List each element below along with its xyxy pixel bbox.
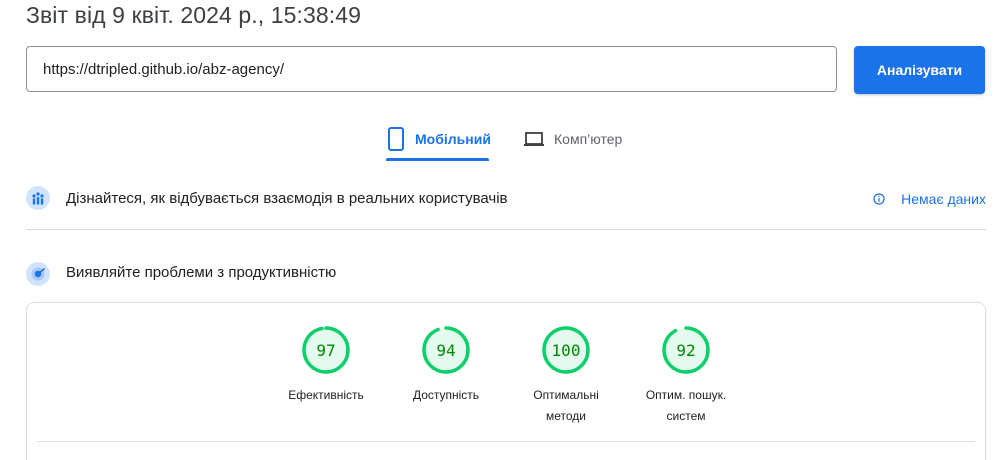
score-value: 97 [316,341,335,360]
score-gauge-performance[interactable]: 97 Ефективність [266,325,386,406]
real-users-heading: Дізнайтеся, як відбувається взаємодія в … [66,190,508,207]
smartphone-icon [386,127,406,151]
tab-mobile[interactable]: Мобільний [386,118,491,160]
device-tabs: Мобільний Комп’ютер [0,118,1006,162]
score-value: 100 [552,341,581,360]
laptop-icon [523,131,545,147]
tab-desktop[interactable]: Комп’ютер [523,118,622,160]
pagespeed-report-page: Звіт від 9 квіт. 2024 р., 15:38:49 Аналі… [0,0,1006,460]
report-title: Звіт від 9 квіт. 2024 р., 15:38:49 [26,2,362,28]
analyze-button[interactable]: Аналізувати [854,46,985,94]
field-data-icon [26,186,50,210]
score-label: Оптимальні методи [533,388,599,423]
real-users-section: Дізнайтеся, як відбувається взаємодія в … [26,184,986,230]
scores-card: 97 Ефективність 94 Доступність 100 Оптим… [26,302,986,460]
active-tab-indicator [386,158,489,161]
score-label: Ефективність [288,388,364,402]
no-data-link[interactable]: Немає даних [873,191,986,207]
card-divider [37,441,975,442]
score-gauge-best-practices[interactable]: 100 Оптимальні методи [506,325,626,427]
tab-mobile-label: Мобільний [415,131,491,147]
score-gauge-seo[interactable]: 92 Оптим. пошук. систем [626,325,746,427]
score-gauge-accessibility[interactable]: 94 Доступність [386,325,506,406]
no-data-label: Немає даних [901,191,986,207]
diagnose-section: Виявляйте проблеми з продуктивністю [26,260,986,290]
score-label: Оптим. пошук. систем [645,388,727,423]
diagnose-heading: Виявляйте проблеми з продуктивністю [66,264,337,281]
info-icon [873,193,885,205]
score-label: Доступність [412,388,480,402]
tab-desktop-label: Комп’ютер [554,131,623,147]
gauge-ring: 100 [542,326,590,374]
score-value: 94 [436,341,455,360]
gauge-ring: 97 [302,326,350,374]
gauge-ring: 92 [662,326,710,374]
url-field[interactable] [26,46,837,92]
url-input[interactable] [27,47,836,91]
lab-data-icon [26,262,50,286]
gauge-ring: 94 [422,326,470,374]
score-value: 92 [676,341,695,360]
